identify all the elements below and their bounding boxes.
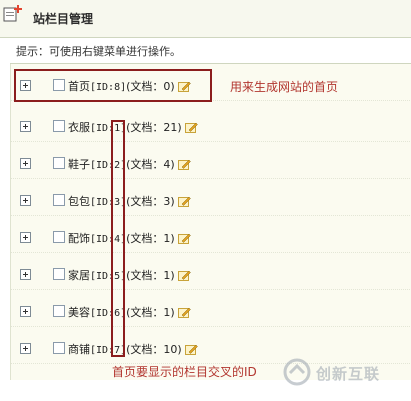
expand-icon[interactable] — [20, 232, 31, 243]
row-label[interactable]: 鞋子[ID:2](文档：4) — [68, 156, 191, 172]
row-label[interactable]: 美容[ID:6](文档：1) — [68, 304, 191, 320]
edit-icon[interactable] — [177, 269, 191, 281]
watermark: 创新互联 — [280, 355, 405, 389]
tree-row[interactable]: 鞋子[ID:2](文档：4) — [11, 148, 411, 179]
row-separator — [11, 141, 411, 142]
row-checkbox[interactable] — [53, 342, 65, 354]
expand-icon[interactable] — [20, 195, 31, 206]
tree-row[interactable]: 衣服[ID:1](文档：21) — [11, 111, 411, 142]
row-separator — [11, 215, 411, 216]
edit-icon[interactable] — [177, 232, 191, 244]
tree-row[interactable]: 包包[ID:3](文档：3) — [11, 185, 411, 216]
row-label[interactable]: 配饰[ID:4](文档：1) — [68, 230, 191, 246]
row-separator — [11, 289, 411, 290]
highlight-box-ids — [111, 120, 125, 357]
row-checkbox[interactable] — [53, 194, 65, 206]
edit-icon[interactable] — [177, 306, 191, 318]
row-separator — [11, 178, 411, 179]
expand-icon[interactable] — [20, 158, 31, 169]
header-bar: 站栏目管理 — [0, 0, 411, 38]
edit-icon[interactable] — [177, 158, 191, 170]
row-separator — [11, 252, 411, 253]
expand-icon[interactable] — [20, 121, 31, 132]
row-checkbox[interactable] — [53, 231, 65, 243]
row-checkbox[interactable] — [53, 268, 65, 280]
annotation-ids: 首页要显示的栏目交叉的ID — [112, 365, 257, 379]
highlight-box-home — [14, 69, 212, 102]
expand-icon[interactable] — [20, 269, 31, 280]
watermark-text: 创新互联 — [316, 365, 381, 383]
tree-row[interactable]: 家居[ID:5](文档：1) — [11, 259, 411, 290]
category-tree: 首页[ID:8](文档：0) 衣服[ID:1](文档：21) 鞋子[ID:2](… — [10, 64, 411, 380]
row-label[interactable]: 家居[ID:5](文档：1) — [68, 267, 191, 283]
add-page-icon[interactable] — [3, 3, 25, 23]
annotation-home: 用来生成网站的首页 — [230, 80, 339, 94]
row-separator — [11, 326, 411, 327]
page-title: 站栏目管理 — [33, 12, 94, 26]
row-label[interactable]: 商铺[ID:7](文档：10) — [68, 341, 198, 357]
edit-icon[interactable] — [184, 343, 198, 355]
row-checkbox[interactable] — [53, 120, 65, 132]
row-checkbox[interactable] — [53, 157, 65, 169]
edit-icon[interactable] — [184, 121, 198, 133]
expand-icon[interactable] — [20, 343, 31, 354]
edit-icon[interactable] — [177, 195, 191, 207]
tree-row[interactable]: 美容[ID:6](文档：1) — [11, 296, 411, 327]
row-checkbox[interactable] — [53, 305, 65, 317]
tip-text: 提示：可使用右键菜单进行操作。 — [16, 45, 181, 58]
watermark-logo-icon — [283, 358, 311, 386]
row-label[interactable]: 包包[ID:3](文档：3) — [68, 193, 191, 209]
expand-icon[interactable] — [20, 306, 31, 317]
tree-row[interactable]: 配饰[ID:4](文档：1) — [11, 222, 411, 253]
row-label[interactable]: 衣服[ID:1](文档：21) — [68, 119, 198, 135]
